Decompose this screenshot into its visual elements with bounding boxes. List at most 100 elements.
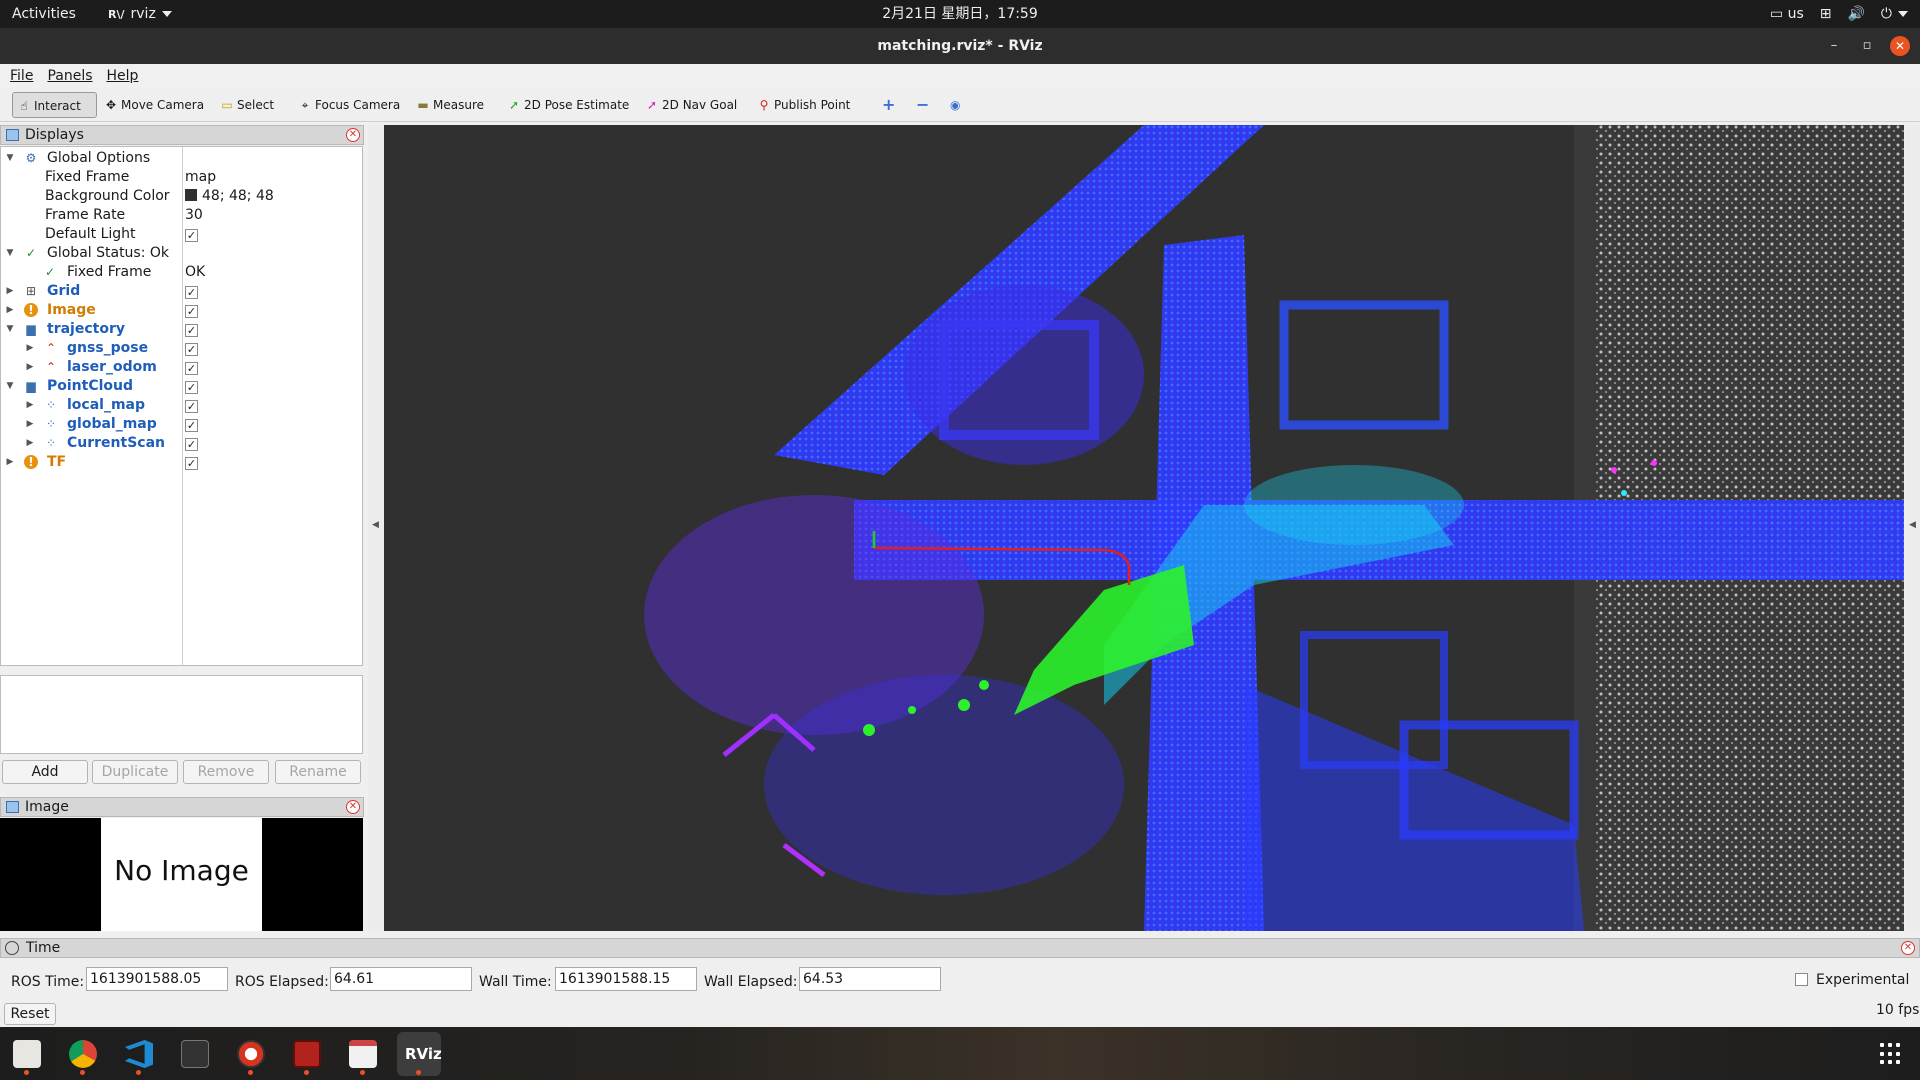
system-tray[interactable]: ▭ us ⊞ 🔊 ⏻ (1770, 0, 1908, 28)
enable-checkbox[interactable]: ✓ (185, 324, 198, 337)
left-panel-splitter[interactable]: ◀ (368, 125, 384, 931)
fixed-frame-value[interactable]: map (185, 168, 216, 187)
ros-elapsed-field[interactable]: 64.61 (330, 967, 472, 991)
remove-tool-button[interactable]: − (912, 92, 933, 118)
expand-right-icon[interactable]: ▶ (5, 453, 15, 472)
expand-down-icon[interactable]: ▼ (5, 149, 15, 168)
power-icon[interactable]: ⏻ (1881, 0, 1908, 28)
expand-right-icon[interactable]: ▶ (5, 301, 15, 320)
render-viewport-3d[interactable] (384, 125, 1904, 931)
experimental-checkbox[interactable]: Experimental (1795, 972, 1909, 988)
expand-right-icon[interactable]: ▶ (25, 358, 35, 377)
menu-help[interactable]: Help (107, 68, 139, 84)
tree-row-frame-rate[interactable]: Frame Rate 30 (1, 206, 362, 225)
tree-row-grid[interactable]: ▶ ⊞ Grid ✓ (1, 282, 362, 301)
interact-tool-button[interactable]: ☝ Interact (12, 92, 97, 118)
close-window-button[interactable]: ✕ (1890, 36, 1910, 56)
terminal-icon (293, 1040, 321, 1068)
minimize-button[interactable]: – (1824, 36, 1844, 56)
dock-system-monitor[interactable] (173, 1032, 217, 1076)
displays-tree[interactable]: ▼ ⚙ Global Options Fixed Frame map Backg… (0, 146, 363, 666)
enable-checkbox[interactable]: ✓ (185, 457, 198, 470)
ros-time-field[interactable]: 1613901588.05 (86, 967, 228, 991)
enable-checkbox[interactable]: ✓ (185, 286, 198, 299)
dock-terminal[interactable] (285, 1032, 329, 1076)
expand-down-icon[interactable]: ▼ (5, 320, 15, 339)
enable-checkbox[interactable]: ✓ (185, 400, 198, 413)
enable-checkbox[interactable]: ✓ (185, 362, 198, 375)
background-color-value[interactable]: 48; 48; 48 (185, 187, 274, 206)
enable-checkbox[interactable]: ✓ (185, 381, 198, 394)
select-tool-button[interactable]: ▭ Select (216, 92, 278, 118)
reset-button[interactable]: Reset (4, 1003, 56, 1025)
maximize-button[interactable]: ▫ (1857, 36, 1877, 56)
image-icon (6, 801, 19, 813)
dock-chrome[interactable] (61, 1032, 105, 1076)
tree-row-status-fixed-frame[interactable]: ✓ Fixed Frame OK (1, 263, 362, 282)
measure-tool-button[interactable]: ▬ Measure (412, 92, 488, 118)
expand-right-icon[interactable]: ▶ (25, 415, 35, 434)
activities-button[interactable]: Activities (12, 0, 76, 28)
tree-row-image[interactable]: ▶ ! Image ✓ (1, 301, 362, 320)
keyboard-layout-indicator[interactable]: ▭ us (1770, 0, 1804, 28)
clock[interactable]: 2月21日 星期日，17:59 (882, 6, 1038, 22)
expand-down-icon[interactable]: ▼ (5, 377, 15, 396)
close-icon[interactable]: ✕ (1901, 941, 1915, 955)
expand-right-icon[interactable]: ▶ (25, 434, 35, 453)
tree-row-laser-odom[interactable]: ▶ ⌃ laser_odom ✓ (1, 358, 362, 377)
publish-point-tool-button[interactable]: ⚲ Publish Point (753, 92, 854, 118)
tree-row-current-scan[interactable]: ▶ ⁘ CurrentScan ✓ (1, 434, 362, 453)
menu-file[interactable]: File (10, 68, 33, 84)
enable-checkbox[interactable]: ✓ (185, 305, 198, 318)
right-panel-splitter[interactable]: ◀ (1906, 125, 1920, 931)
tree-row-local-map[interactable]: ▶ ⁘ local_map ✓ (1, 396, 362, 415)
enable-checkbox[interactable]: ✓ (185, 438, 198, 451)
frame-rate-value[interactable]: 30 (185, 206, 203, 225)
collapse-right-icon[interactable]: ◀ (1909, 520, 1916, 530)
app-menu[interactable]: R\/ rviz (108, 0, 172, 28)
tree-row-background-color[interactable]: Background Color 48; 48; 48 (1, 187, 362, 206)
nav-goal-tool-button[interactable]: ➚ 2D Nav Goal (641, 92, 741, 118)
show-applications-icon[interactable] (1880, 1043, 1902, 1065)
view-dropdown-button[interactable]: ◉ (946, 92, 964, 118)
wall-time-field[interactable]: 1613901588.15 (555, 967, 697, 991)
close-icon[interactable]: ✕ (346, 800, 360, 814)
focus-camera-tool-button[interactable]: ⌖ Focus Camera (294, 92, 404, 118)
close-icon[interactable]: ✕ (346, 128, 360, 142)
expand-right-icon[interactable]: ▶ (25, 396, 35, 415)
tree-row-fixed-frame[interactable]: Fixed Frame map (1, 168, 362, 187)
expand-right-icon[interactable]: ▶ (25, 339, 35, 358)
tree-row-global-options[interactable]: ▼ ⚙ Global Options (1, 149, 362, 168)
tree-row-trajectory[interactable]: ▼ ▆ trajectory ✓ (1, 320, 362, 339)
pose-estimate-tool-button[interactable]: ➚ 2D Pose Estimate (503, 92, 633, 118)
dock-ubuntu-software[interactable] (229, 1032, 273, 1076)
enable-checkbox[interactable]: ✓ (185, 343, 198, 356)
cloud-scan-green (863, 724, 875, 736)
expand-down-icon[interactable]: ▼ (5, 244, 15, 263)
duplicate-display-button[interactable]: Duplicate (92, 760, 178, 784)
rename-display-button[interactable]: Rename (275, 760, 361, 784)
volume-icon[interactable]: 🔊 (1847, 0, 1864, 28)
move-camera-tool-button[interactable]: ✥ Move Camera (100, 92, 208, 118)
remove-display-button[interactable]: Remove (183, 760, 269, 784)
dock-text-editor[interactable] (341, 1032, 385, 1076)
window-title-bar[interactable]: matching.rviz* - RViz – ▫ ✕ (0, 28, 1920, 64)
tree-row-gnss-pose[interactable]: ▶ ⌃ gnss_pose ✓ (1, 339, 362, 358)
menu-panels[interactable]: Panels (47, 68, 92, 84)
network-icon[interactable]: ⊞ (1820, 0, 1832, 28)
enable-checkbox[interactable]: ✓ (185, 419, 198, 432)
wall-elapsed-field[interactable]: 64.53 (799, 967, 941, 991)
expand-right-icon[interactable]: ▶ (5, 282, 15, 301)
tree-row-global-map[interactable]: ▶ ⁘ global_map ✓ (1, 415, 362, 434)
tree-row-global-status[interactable]: ▼ ✓ Global Status: Ok (1, 244, 362, 263)
dock-rviz[interactable]: RViz (397, 1032, 442, 1076)
tree-row-default-light[interactable]: Default Light ✓ (1, 225, 362, 244)
default-light-checkbox[interactable]: ✓ (185, 229, 198, 242)
collapse-left-icon[interactable]: ◀ (372, 520, 379, 530)
dock-vscode[interactable] (117, 1032, 161, 1076)
tree-row-tf[interactable]: ▶ ! TF ✓ (1, 453, 362, 472)
add-tool-button[interactable]: + (878, 92, 899, 118)
tree-row-pointcloud[interactable]: ▼ ▆ PointCloud ✓ (1, 377, 362, 396)
add-display-button[interactable]: Add (2, 760, 88, 784)
dock-files[interactable] (5, 1032, 49, 1076)
